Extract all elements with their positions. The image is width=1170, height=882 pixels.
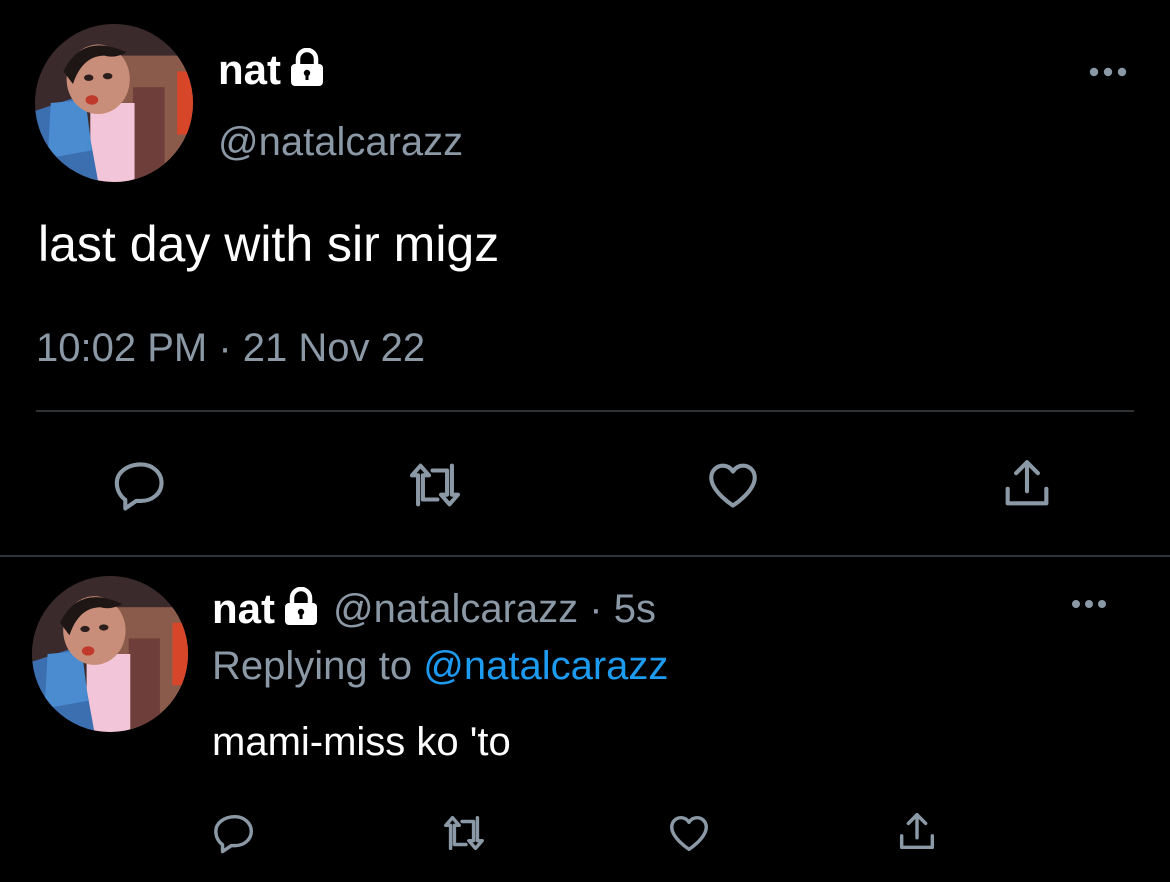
- divider: [36, 410, 1134, 412]
- divider: [0, 555, 1170, 557]
- tweet-thread-page: nat @natalcarazz last day with sir migz …: [0, 0, 1170, 882]
- main-tweet-avatar[interactable]: [35, 24, 193, 182]
- main-tweet-display-name[interactable]: nat: [218, 49, 281, 91]
- lock-icon: [289, 47, 325, 93]
- retweet-icon[interactable]: [438, 810, 490, 861]
- main-tweet-text: last day with sir migz: [38, 216, 500, 272]
- reply-tweet-handle-time[interactable]: @natalcarazz · 5s: [333, 589, 656, 629]
- more-options-icon[interactable]: [1088, 64, 1128, 85]
- reply-tweet-header: nat @natalcarazz · 5s: [212, 584, 656, 634]
- reply-tweet-display-name[interactable]: nat: [212, 588, 275, 630]
- like-icon[interactable]: [666, 810, 712, 861]
- retweet-icon[interactable]: [402, 456, 468, 519]
- avatar-photo: [35, 24, 193, 182]
- reply-tweet-avatar[interactable]: [32, 576, 188, 732]
- reply-tweet-text: mami-miss ko 'to: [212, 720, 511, 764]
- replying-to-label: Replying to: [212, 644, 424, 688]
- like-icon[interactable]: [704, 456, 762, 519]
- reply-icon[interactable]: [112, 456, 170, 519]
- reply-icon[interactable]: [212, 810, 258, 861]
- lock-icon: [283, 586, 319, 632]
- main-tweet-name-row: nat: [218, 44, 325, 96]
- more-options-icon[interactable]: [1070, 596, 1108, 617]
- share-icon[interactable]: [998, 454, 1056, 519]
- replying-to-mention[interactable]: @natalcarazz: [423, 644, 668, 688]
- main-tweet-timestamp[interactable]: 10:02 PM · 21 Nov 22: [36, 324, 425, 372]
- main-tweet-handle[interactable]: @natalcarazz: [218, 118, 463, 166]
- replying-to-line: Replying to @natalcarazz: [212, 642, 668, 690]
- avatar-photo: [32, 576, 188, 732]
- share-icon[interactable]: [894, 808, 940, 861]
